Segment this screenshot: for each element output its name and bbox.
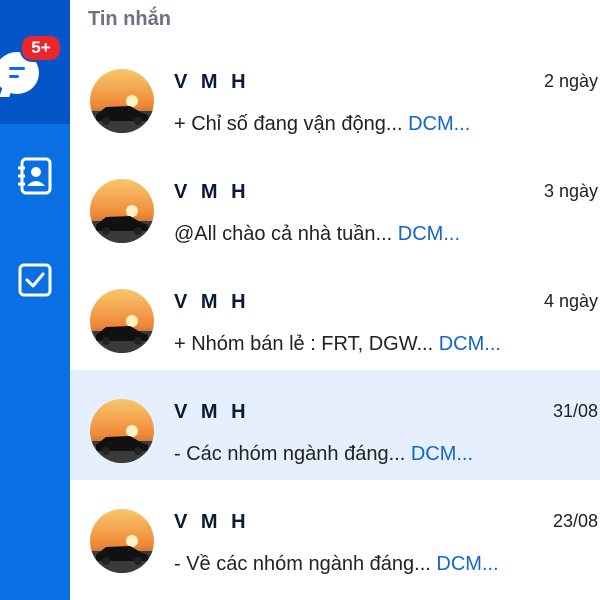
sidebar-item-contacts[interactable]	[0, 146, 70, 206]
conversation-row[interactable]: V M H 2 ngày + Chỉ số đang vận động... D…	[70, 40, 600, 150]
message-time: 2 ngày	[543, 71, 598, 91]
sidebar-item-messages[interactable]: 5+	[0, 0, 70, 124]
sidebar-item-todo[interactable]	[0, 250, 70, 310]
sender-name: V M H	[174, 401, 250, 423]
preview-tag: DCM...	[408, 113, 471, 135]
avatar	[90, 399, 154, 463]
conversation-row[interactable]: V M H 4 ngày + Nhóm bán lẻ : FRT, DGW...…	[70, 260, 600, 370]
conversation-row[interactable]: V M H 3 ngày @All chào cả nhà tuần... DC…	[70, 150, 600, 260]
sender-name: V M H	[174, 291, 250, 313]
page-title: Tin nhắn	[88, 8, 171, 30]
preview-tag: DCM...	[438, 333, 501, 355]
list-header: Tin nhắn	[70, 0, 600, 40]
preview-tag: DCM...	[436, 553, 499, 575]
contacts-icon	[18, 157, 52, 195]
sender-name: V M H	[174, 71, 250, 93]
avatar	[90, 289, 154, 353]
message-time: 4 ngày	[543, 291, 598, 311]
conversation-row[interactable]: V M H 31/08 - Các nhóm ngành đáng... DCM…	[70, 370, 600, 480]
preview-tag: DCM...	[410, 443, 474, 465]
message-time: 23/08	[552, 511, 598, 531]
message-preview: @All chào cả nhà tuần... DCM...	[174, 223, 460, 245]
todo-check-icon	[18, 263, 52, 297]
message-preview: - Các nhóm ngành đáng... DCM...	[174, 443, 474, 465]
preview-tag: DCM...	[397, 223, 460, 245]
message-preview: + Nhóm bán lẻ : FRT, DGW... DCM...	[174, 333, 501, 355]
avatar	[90, 179, 154, 243]
message-preview: - Về các nhóm ngành đáng... DCM...	[174, 553, 499, 575]
sender-name: V M H	[174, 511, 250, 533]
message-time: 3 ngày	[543, 181, 598, 201]
sidebar: 5+	[0, 0, 70, 600]
avatar	[90, 69, 154, 133]
message-preview: + Chỉ số đang vận động... DCM...	[174, 113, 471, 135]
unread-badge: 5+	[20, 34, 62, 62]
message-time: 31/08	[552, 401, 598, 421]
conversation-row[interactable]: V M H 23/08 - Về các nhóm ngành đáng... …	[70, 480, 600, 590]
avatar	[90, 509, 154, 573]
sender-name: V M H	[174, 181, 250, 203]
